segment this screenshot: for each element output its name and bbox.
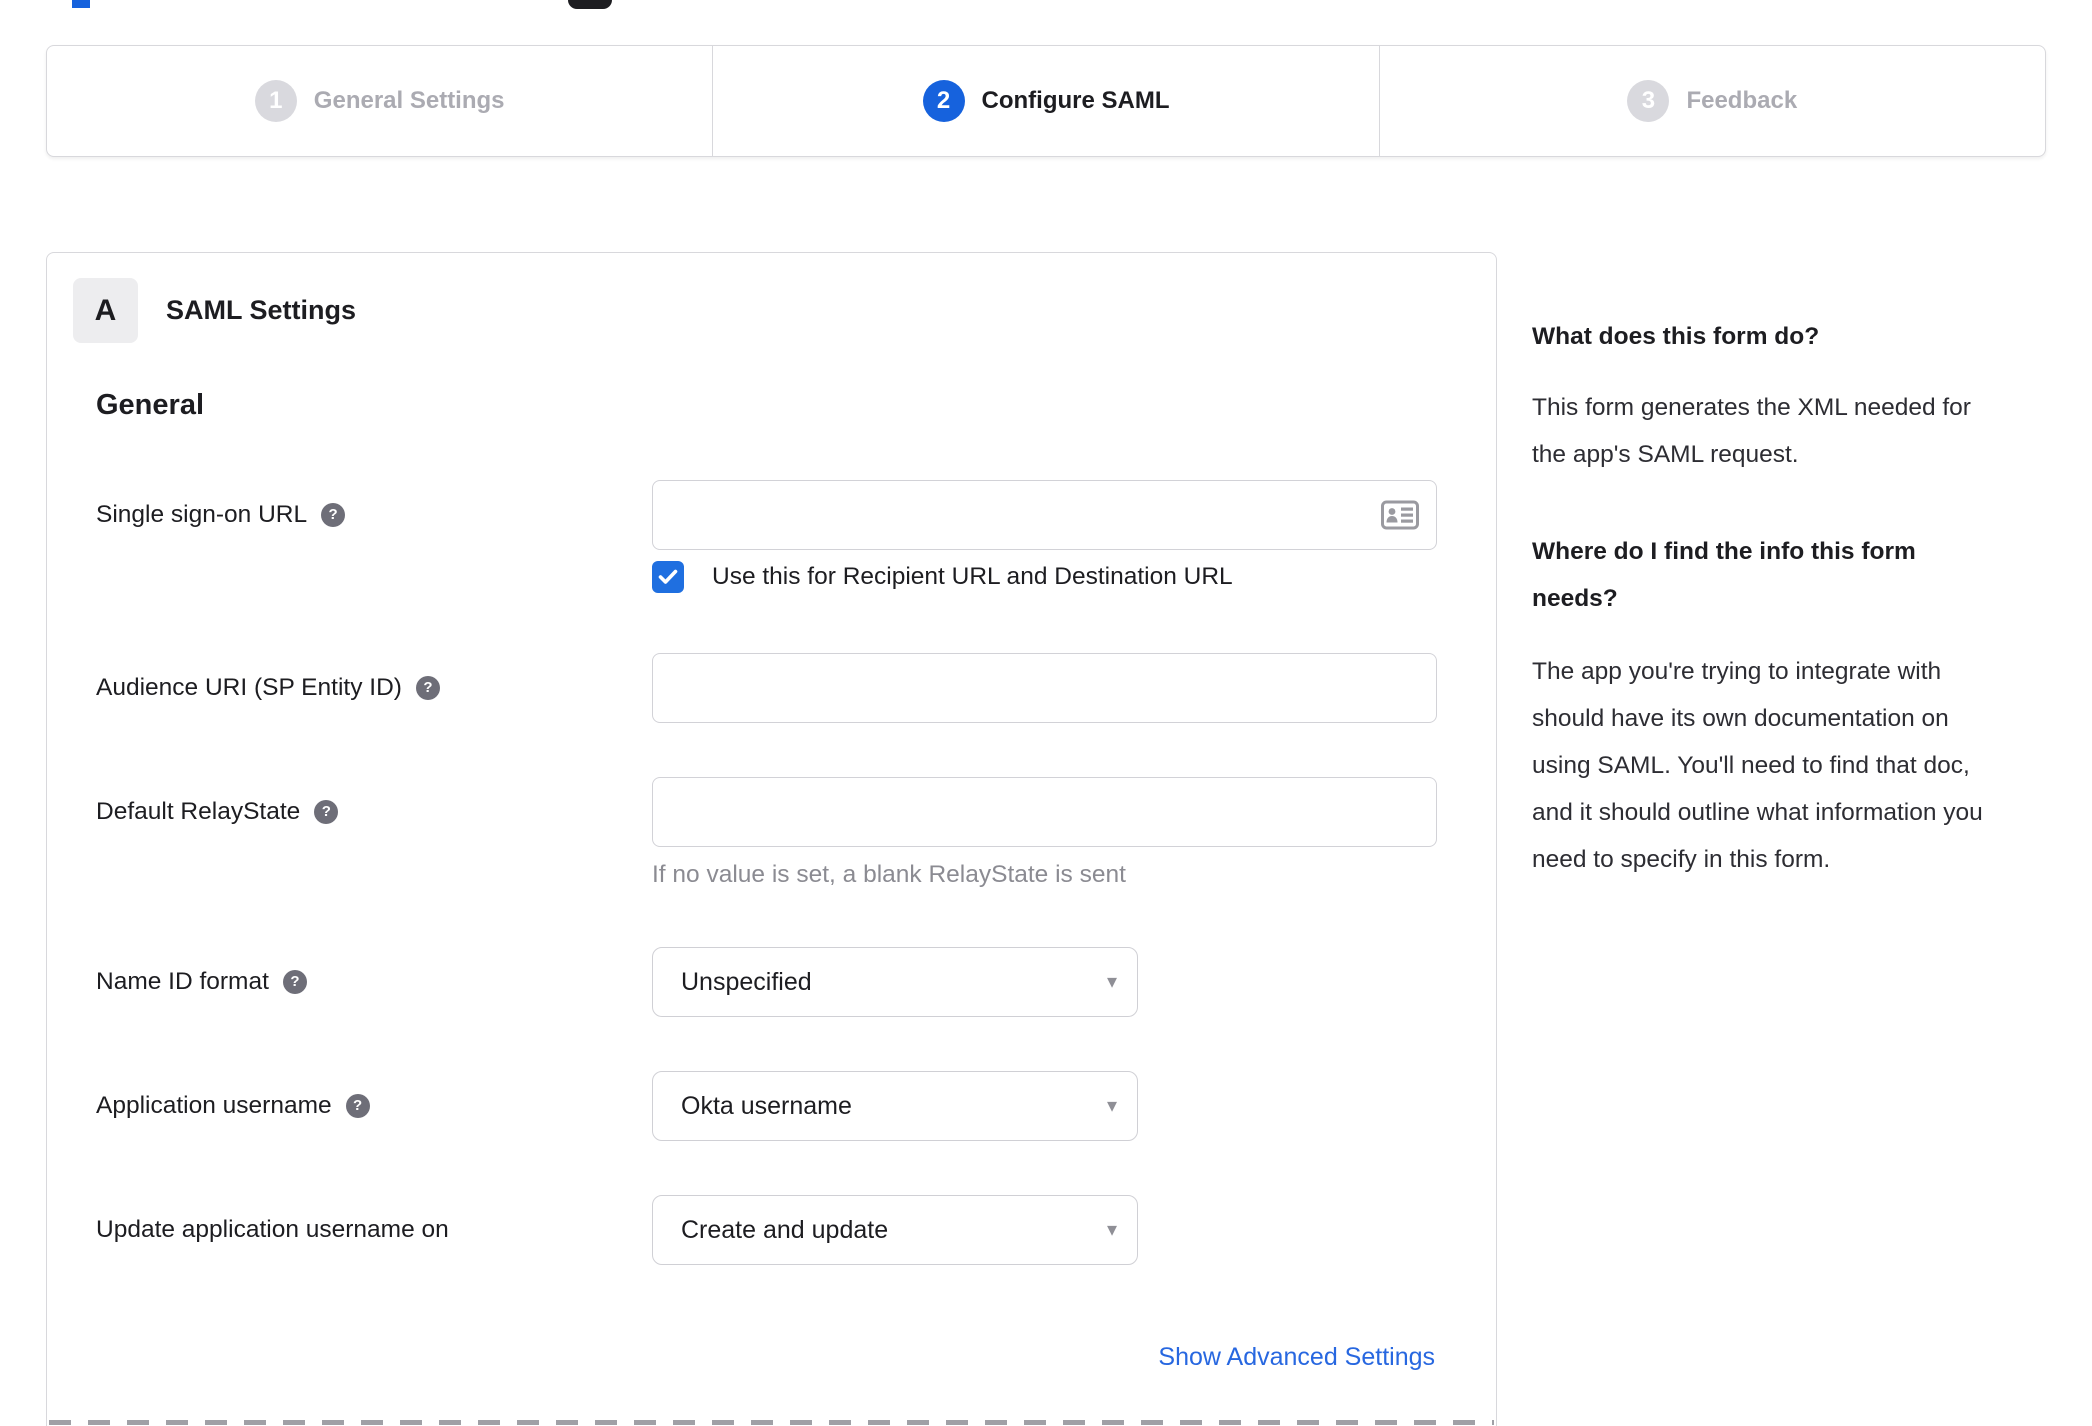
name-id-format-label: Name ID format [96, 968, 269, 995]
help-icon[interactable]: ? [321, 503, 346, 527]
help-icon[interactable]: ? [345, 1094, 370, 1118]
update-username-label: Update application username on [96, 1216, 449, 1243]
application-username-label-group: Application username ? [96, 1071, 652, 1141]
name-id-format-value: Unspecified [681, 967, 812, 996]
recipient-url-checkbox[interactable] [652, 561, 684, 593]
sidebar-question-1: What does this form do? [1532, 323, 1820, 350]
step-feedback[interactable]: 3 Feedback [1378, 46, 2045, 156]
relay-state-label-group: Default RelayState ? [96, 777, 652, 889]
help-sidebar: What does this form do? This form genera… [1532, 320, 2008, 883]
update-username-value: Create and update [681, 1215, 889, 1244]
sso-url-input[interactable] [652, 480, 1437, 550]
wizard-stepper: 1 General Settings 2 Configure SAML 3 Fe… [46, 45, 2046, 157]
step-general-settings[interactable]: 1 General Settings [47, 46, 712, 156]
sso-url-row: Single sign-on URL ? Use this for Recipi… [96, 480, 1496, 593]
section-divider [49, 1420, 1494, 1425]
recipient-url-checkbox-row: Use this for Recipient URL and Destinati… [652, 561, 1437, 593]
sidebar-question-2: Where do I find the info this form needs… [1532, 538, 1916, 612]
step-1-circle-icon: 1 [254, 80, 297, 122]
relay-state-row: Default RelayState ? If no value is set,… [96, 777, 1496, 889]
relay-state-label: Default RelayState [96, 798, 301, 825]
step-1-label: General Settings [313, 87, 505, 114]
step-2-label: Configure SAML [981, 87, 1170, 114]
chevron-down-icon: ▾ [1106, 1219, 1117, 1241]
help-icon[interactable]: ? [282, 970, 307, 994]
recipient-url-checkbox-label: Use this for Recipient URL and Destinati… [712, 563, 1233, 590]
update-username-row: Update application username on Create an… [96, 1195, 1496, 1265]
name-id-format-label-group: Name ID format ? [96, 947, 652, 1017]
audience-uri-row: Audience URI (SP Entity ID) ? [96, 653, 1496, 723]
configure-saml-page: 1 General Settings 2 Configure SAML 3 Fe… [0, 0, 2092, 1426]
name-id-format-select[interactable]: Unspecified ▾ [652, 947, 1138, 1017]
section-a-badge: A [73, 278, 138, 343]
panel-title: SAML Settings [166, 295, 357, 325]
show-advanced-settings-link[interactable]: Show Advanced Settings [1158, 1343, 1435, 1372]
audience-uri-input[interactable] [652, 653, 1437, 723]
application-username-label: Application username [96, 1092, 332, 1119]
step-configure-saml[interactable]: 2 Configure SAML [712, 46, 1378, 156]
relay-state-hint: If no value is set, a blank RelayState i… [652, 861, 1126, 888]
sso-url-label-group: Single sign-on URL ? [96, 480, 652, 593]
update-username-label-group: Update application username on [96, 1195, 652, 1265]
panel-header: A SAML Settings [73, 278, 1496, 343]
help-icon[interactable]: ? [415, 676, 440, 700]
step-3-label: Feedback [1686, 87, 1798, 114]
advanced-settings-row: Show Advanced Settings [96, 1343, 1435, 1372]
chevron-down-icon: ▾ [1106, 1095, 1117, 1117]
sso-url-label: Single sign-on URL [96, 501, 308, 528]
help-icon[interactable]: ? [314, 800, 339, 824]
application-username-value: Okta username [681, 1091, 852, 1120]
application-username-select[interactable]: Okta username ▾ [652, 1071, 1138, 1141]
update-username-select[interactable]: Create and update ▾ [652, 1195, 1138, 1265]
sidebar-answer-1: This form generates the XML needed for t… [1532, 394, 1971, 468]
checkmark-icon [658, 569, 678, 584]
sidebar-answer-2: The app you're trying to integrate with … [1532, 658, 1983, 873]
application-username-row: Application username ? Okta username ▾ [96, 1071, 1496, 1141]
saml-settings-panel: A SAML Settings General Single sign-on U… [46, 252, 1497, 1426]
contact-card-icon[interactable] [1381, 500, 1419, 530]
general-section-heading: General [96, 389, 204, 421]
chevron-down-icon: ▾ [1106, 971, 1117, 993]
header-fragment-black [568, 0, 612, 9]
step-2-circle-icon: 2 [922, 80, 965, 122]
audience-uri-label-group: Audience URI (SP Entity ID) ? [96, 653, 652, 723]
header-fragment-blue [72, 0, 90, 8]
relay-state-input[interactable] [652, 777, 1437, 847]
name-id-format-row: Name ID format ? Unspecified ▾ [96, 947, 1496, 1017]
step-3-circle-icon: 3 [1627, 80, 1670, 122]
audience-uri-label: Audience URI (SP Entity ID) [96, 674, 402, 701]
